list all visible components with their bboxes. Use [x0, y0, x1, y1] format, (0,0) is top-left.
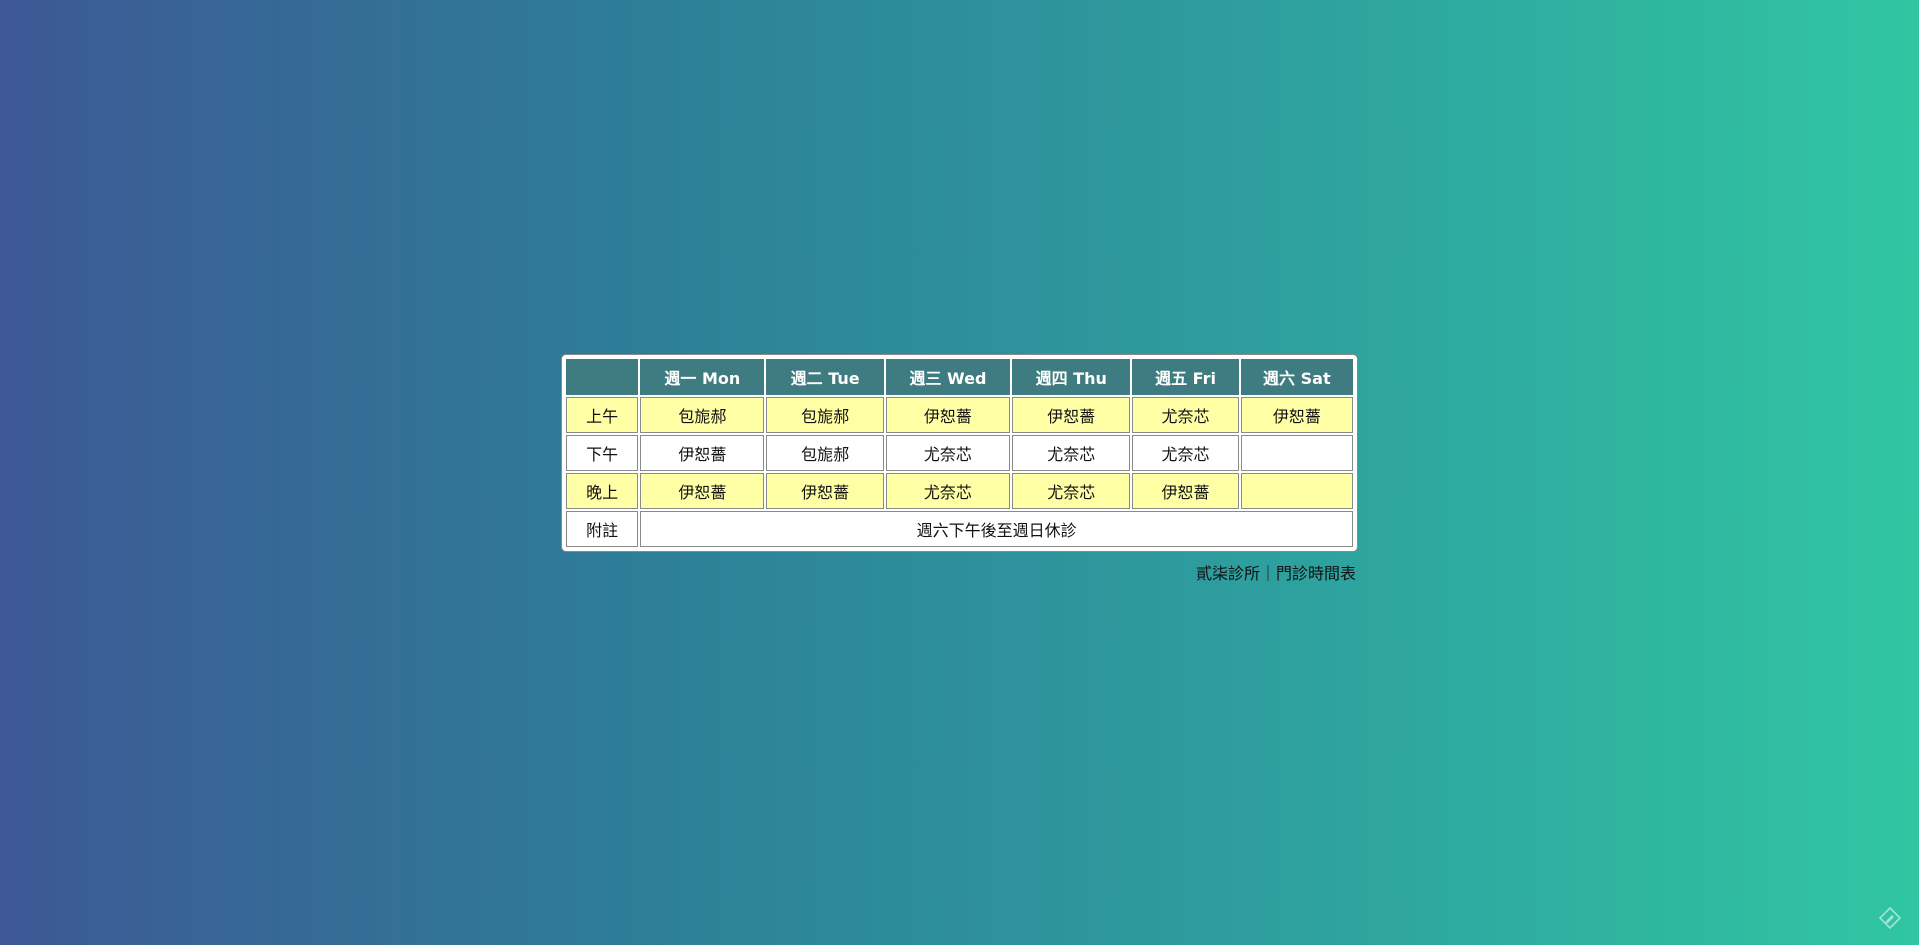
- table-cell: 伊恕薔: [1132, 473, 1239, 509]
- schedule-table: 週一 Mon 週二 Tue 週三 Wed 週四 Thu 週五 Fri 週六 Sa…: [564, 357, 1355, 549]
- row-label-afternoon: 下午: [566, 435, 639, 471]
- table-caption: 貳柒診所｜門診時間表: [1195, 564, 1356, 583]
- table-cell: 伊恕薔: [1012, 397, 1131, 433]
- table-row-evening: 晚上 伊恕薔 伊恕薔 尤奈芯 尤奈芯 伊恕薔: [566, 473, 1353, 509]
- header-wed: 週三 Wed: [885, 359, 1011, 395]
- table-cell: 尤奈芯: [1132, 397, 1239, 433]
- row-label-evening: 晚上: [566, 473, 639, 509]
- header-fri: 週五 Fri: [1132, 359, 1239, 395]
- table-row-morning: 上午 包旎郝 包旎郝 伊恕薔 伊恕薔 尤奈芯 伊恕薔: [566, 397, 1353, 433]
- schedule-frame: 週一 Mon 週二 Tue 週三 Wed 週四 Thu 週五 Fri 週六 Sa…: [561, 354, 1358, 552]
- row-label-note: 附註: [566, 511, 639, 547]
- table-cell: 尤奈芯: [885, 435, 1011, 471]
- header-row: 週一 Mon 週二 Tue 週三 Wed 週四 Thu 週五 Fri 週六 Sa…: [566, 359, 1353, 395]
- schedule-container: 週一 Mon 週二 Tue 週三 Wed 週四 Thu 週五 Fri 週六 Sa…: [561, 354, 1358, 584]
- pen-icon[interactable]: [1878, 906, 1902, 930]
- header-sat: 週六 Sat: [1240, 359, 1353, 395]
- header-corner: [566, 359, 639, 395]
- table-cell: [1240, 435, 1353, 471]
- table-row-afternoon: 下午 伊恕薔 包旎郝 尤奈芯 尤奈芯 尤奈芯: [566, 435, 1353, 471]
- table-cell: [1240, 473, 1353, 509]
- header-thu: 週四 Thu: [1012, 359, 1131, 395]
- table-cell: 尤奈芯: [885, 473, 1011, 509]
- table-cell: 尤奈芯: [1012, 473, 1131, 509]
- header-mon: 週一 Mon: [640, 359, 765, 395]
- table-cell: 包旎郝: [766, 435, 884, 471]
- table-cell: 伊恕薔: [640, 473, 765, 509]
- table-cell: 包旎郝: [766, 397, 884, 433]
- table-cell: 伊恕薔: [766, 473, 884, 509]
- table-cell: 包旎郝: [640, 397, 765, 433]
- table-cell: 尤奈芯: [1012, 435, 1131, 471]
- table-cell: 伊恕薔: [885, 397, 1011, 433]
- note-text: 週六下午後至週日休診: [640, 511, 1353, 547]
- table-cell: 尤奈芯: [1132, 435, 1239, 471]
- row-label-morning: 上午: [566, 397, 639, 433]
- table-cell: 伊恕薔: [640, 435, 765, 471]
- table-cell: 伊恕薔: [1240, 397, 1353, 433]
- table-row-note: 附註 週六下午後至週日休診: [566, 511, 1353, 547]
- header-tue: 週二 Tue: [766, 359, 884, 395]
